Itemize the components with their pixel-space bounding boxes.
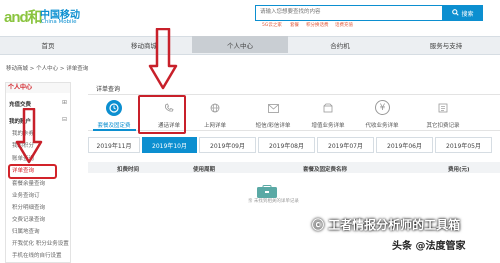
search-button-label: 搜索 — [461, 11, 474, 18]
tab-collection-detail[interactable]: 代收业务详单 — [357, 121, 407, 129]
month-2019-11[interactable]: 2019年11月 — [88, 137, 140, 153]
month-2019-10[interactable]: 2019年10月 — [142, 137, 197, 153]
search-input[interactable] — [260, 6, 436, 18]
sidebar-item-service-query[interactable]: 业务查询订 — [12, 191, 40, 199]
column-header-usage-period: 使用周期 — [193, 167, 216, 173]
arrow-to-call-detail — [148, 28, 178, 90]
wechat-icon — [292, 215, 310, 229]
globe-icon[interactable] — [207, 100, 223, 116]
sidebar-item-detail-query[interactable]: 详单查询 — [12, 166, 34, 174]
hot-link-5g[interactable]: 5G云之家 — [262, 22, 282, 28]
tab-sms-mms-detail[interactable]: 短信/彩信详单 — [248, 121, 298, 129]
table-header — [88, 162, 500, 173]
month-2019-05[interactable]: 2019年05月 — [435, 137, 492, 153]
column-header-fee: 费用(元) — [448, 167, 470, 173]
breadcrumb: 移动商城 > 个人中心 > 详单查询 — [6, 66, 89, 72]
hot-link-recharge[interactable]: 话费充值 — [335, 22, 353, 28]
search-button[interactable]: 搜索 — [443, 5, 483, 21]
nav-item-contract-phone[interactable]: 合约机 — [288, 36, 392, 53]
tab-other-deductions[interactable]: 其它扣费记录 — [418, 121, 468, 129]
yuan-icon[interactable]: ¥ — [375, 100, 390, 115]
nav-item-service-support[interactable]: 服务与支持 — [392, 36, 500, 53]
call-detail-highlight-box — [138, 95, 186, 134]
page-title: 详单查询 — [96, 86, 121, 93]
month-2019-08[interactable]: 2019年08月 — [258, 137, 315, 153]
arrow-to-detail-query — [15, 108, 43, 164]
sidebar-group-recharge[interactable]: 充值交费 — [9, 100, 31, 108]
tab-value-added-detail[interactable]: 增值业务详单 — [303, 121, 353, 129]
hot-link-points[interactable]: 积分换话费 — [306, 22, 329, 28]
search-icon — [452, 8, 460, 18]
mail-icon[interactable] — [265, 100, 281, 116]
sidebar-item-online-settings[interactable]: 手机在线的自行设置 — [12, 251, 62, 259]
and-logo[interactable]: and和 — [4, 6, 43, 27]
sidebar-item-payment-records[interactable]: 交费记录查询 — [12, 215, 45, 223]
wechat-watermark: ⓒ 工者情报分析师的工具箱 — [312, 218, 461, 232]
tab-package-fixed-fee[interactable]: 套餐及固定费 — [89, 121, 139, 129]
empty-state-message: 亲 未找到相关的详单记录 — [248, 199, 299, 204]
sidebar-item-points-settings[interactable]: 开我优化 积分业务设置 — [12, 239, 69, 247]
clock-icon[interactable] — [106, 100, 122, 116]
month-2019-09[interactable]: 2019年09月 — [199, 137, 256, 153]
nav-item-personal-center[interactable]: 个人中心 — [192, 36, 288, 53]
column-header-charge-time: 扣费时间 — [117, 167, 140, 173]
sidebar-title: 个人中心 — [6, 83, 70, 93]
sidebar-item-location-query[interactable]: 归属地查询 — [12, 227, 40, 235]
toutiao-watermark: 头条 @法度管家 — [392, 241, 466, 252]
sidebar-item-points-detail[interactable]: 积分明细查询 — [12, 203, 45, 211]
china-mobile-logo-en: China Mobile — [41, 19, 77, 25]
tab-internet-detail[interactable]: 上网详单 — [190, 121, 240, 129]
month-2019-06[interactable]: 2019年06月 — [376, 137, 433, 153]
collapse-icon[interactable]: ⊟ — [62, 116, 67, 123]
month-2019-07[interactable]: 2019年07月 — [317, 137, 374, 153]
expand-icon[interactable]: ⊞ — [62, 99, 67, 106]
sidebar-item-package-balance[interactable]: 套餐余量查询 — [12, 179, 45, 187]
box-icon[interactable] — [320, 100, 336, 116]
active-tab-indicator — [93, 129, 136, 131]
list-icon[interactable] — [435, 100, 451, 116]
column-header-package-name: 套餐及固定费名称 — [303, 167, 348, 173]
hot-link-plan[interactable]: 套餐 — [290, 22, 299, 28]
nav-item-home[interactable]: 首页 — [0, 36, 96, 53]
